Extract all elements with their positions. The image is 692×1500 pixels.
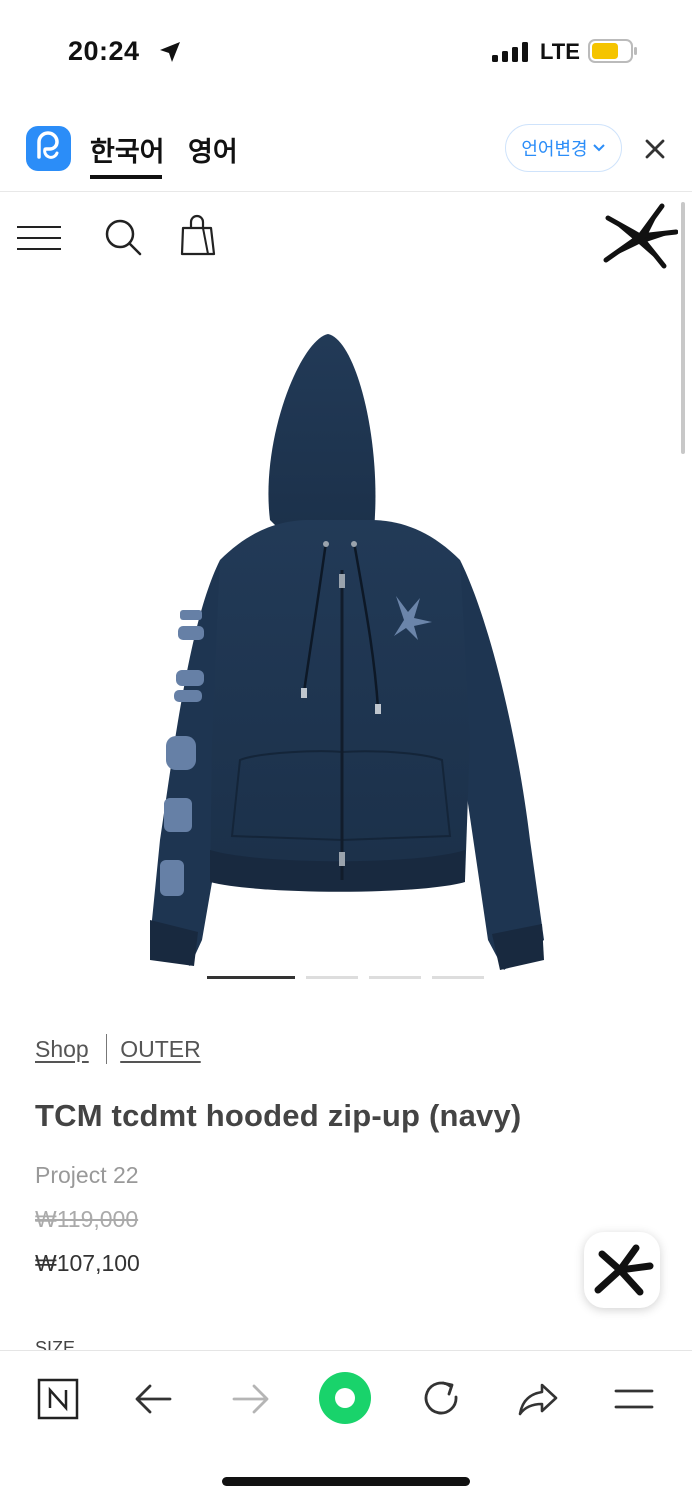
change-language-button[interactable]: 언어변경: [505, 124, 622, 172]
page-scrollbar[interactable]: [681, 202, 685, 454]
signal-icon: [492, 42, 528, 62]
breadcrumb: Shop OUTER: [35, 1034, 201, 1064]
product-title: TCM tcdmt hooded zip-up (navy): [35, 1098, 522, 1133]
image-pager-dot[interactable]: [369, 976, 421, 979]
green-dot-icon[interactable]: [318, 1371, 372, 1425]
starfish-logo-icon: [594, 1244, 654, 1296]
site-header: [0, 192, 692, 282]
menu-icon[interactable]: [612, 1377, 656, 1421]
back-arrow-icon[interactable]: [132, 1377, 176, 1421]
original-price: ₩119,000: [35, 1206, 139, 1232]
image-pager-dot[interactable]: [306, 976, 358, 979]
breadcrumb-divider: [105, 1034, 108, 1064]
floating-chat-button[interactable]: [584, 1232, 660, 1308]
sale-price: ₩107,100: [35, 1250, 140, 1276]
battery-icon: [588, 39, 637, 63]
active-tab-indicator: [90, 175, 162, 179]
breadcrumb-shop-link[interactable]: Shop: [35, 1036, 89, 1063]
forward-arrow-icon[interactable]: [228, 1377, 272, 1421]
change-language-label: 언어변경: [521, 139, 588, 159]
tab-target-language[interactable]: 영어: [188, 130, 238, 169]
translate-bar: 한국어 영어 언어변경: [0, 100, 692, 192]
tab-source-language[interactable]: 한국어: [90, 130, 165, 169]
location-arrow-icon: [160, 42, 180, 62]
shopping-bag-icon[interactable]: [178, 214, 218, 256]
refresh-icon[interactable]: [420, 1377, 464, 1421]
browser-toolbar: [0, 1350, 692, 1500]
close-icon[interactable]: [642, 136, 668, 162]
search-icon[interactable]: [102, 216, 144, 258]
product-image[interactable]: [120, 320, 560, 980]
network-label: LTE: [540, 39, 580, 64]
image-pager-active[interactable]: [207, 976, 295, 979]
starfish-logo-icon[interactable]: [600, 202, 678, 270]
share-icon[interactable]: [516, 1377, 560, 1421]
status-bar: 20:24 LTE: [0, 0, 692, 100]
papago-logo-icon: [26, 126, 71, 171]
home-indicator[interactable]: [222, 1477, 470, 1486]
status-time: 20:24: [68, 36, 140, 66]
image-pager-dot[interactable]: [432, 976, 484, 979]
product-brand: Project 22: [35, 1162, 139, 1188]
breadcrumb-category-link[interactable]: OUTER: [120, 1036, 201, 1063]
chevron-down-icon: [592, 144, 605, 152]
menu-icon[interactable]: [16, 224, 62, 252]
naver-n-icon[interactable]: [36, 1377, 80, 1421]
